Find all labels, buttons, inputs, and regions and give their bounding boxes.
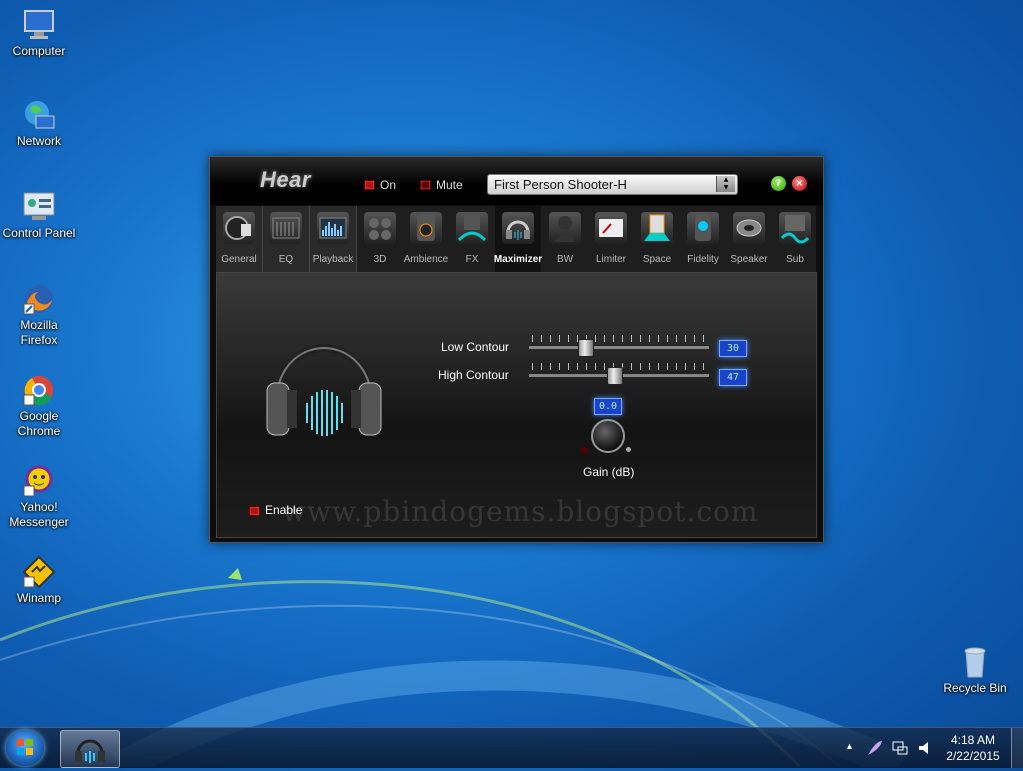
fidelity-icon xyxy=(687,212,719,244)
computer-icon xyxy=(22,8,56,42)
taskbar-item-hear[interactable] xyxy=(60,730,120,768)
show-desktop-button[interactable] xyxy=(1011,728,1023,768)
mute-led-icon[interactable] xyxy=(420,180,431,190)
desktop-icon-control-panel[interactable]: Control Panel xyxy=(1,190,77,241)
preset-value: First Person Shooter-H xyxy=(494,177,627,192)
help-icon: ? xyxy=(775,178,782,189)
subwoofer-icon xyxy=(779,212,811,244)
clock-time[interactable]: 4:18 AM xyxy=(950,733,996,747)
tab-speaker[interactable]: Speaker xyxy=(726,206,772,272)
desktop-icon-recycle-bin[interactable]: Recycle Bin xyxy=(937,645,1013,696)
tab-bw[interactable]: BW xyxy=(542,206,588,272)
maximizer-panel: Low Contour 30 High Contour 47 0.0 Gain … xyxy=(216,272,817,538)
high-contour-thumb[interactable] xyxy=(607,367,623,385)
tab-fx[interactable]: FX xyxy=(449,206,495,272)
limiter-icon xyxy=(595,212,627,244)
hear-window: Hear On Mute First Person Shooter-H ▲ ▼ ?… xyxy=(209,156,824,543)
space-icon xyxy=(641,212,673,244)
show-hidden-icons-button[interactable]: ▲ xyxy=(845,741,854,751)
tab-sub[interactable]: Sub xyxy=(772,206,818,272)
feather-tray-icon[interactable] xyxy=(866,739,884,757)
playback-icon xyxy=(317,212,349,244)
title-bar[interactable]: Hear On Mute First Person Shooter-H ▲ ▼ ?… xyxy=(210,157,823,205)
low-contour-label: Low Contour xyxy=(441,340,510,354)
gain-max-dot-icon xyxy=(626,447,631,452)
fx-icon xyxy=(456,212,488,244)
winamp-icon xyxy=(22,555,56,589)
tab-3d[interactable]: 3D xyxy=(357,206,403,272)
network-icon xyxy=(22,98,56,132)
gain-value: 0.0 xyxy=(594,398,622,415)
tab-limiter[interactable]: Limiter xyxy=(588,206,634,272)
start-button[interactable] xyxy=(6,730,44,766)
taskbar: ▲ 4:18 AM 2/22/2015 xyxy=(0,727,1023,768)
preset-spinner-icon[interactable]: ▲ ▼ xyxy=(716,176,735,192)
desktop-icon-winamp[interactable]: Winamp xyxy=(1,555,77,606)
close-icon: × xyxy=(795,178,804,189)
low-contour-ticks xyxy=(532,335,708,342)
app-title: Hear xyxy=(260,167,311,192)
close-button[interactable]: × xyxy=(792,176,807,191)
high-contour-label: High Contour xyxy=(438,368,509,382)
tab-eq[interactable]: EQ xyxy=(263,206,310,272)
gain-knob[interactable] xyxy=(591,419,625,453)
tab-general[interactable]: General xyxy=(216,206,263,272)
desktop-icon-chrome[interactable]: Google Chrome xyxy=(1,373,77,439)
tab-playback[interactable]: Playback xyxy=(310,206,357,272)
on-label[interactable]: On xyxy=(380,178,396,192)
low-contour-slider[interactable] xyxy=(529,345,709,349)
preset-dropdown[interactable]: First Person Shooter-H ▲ ▼ xyxy=(487,174,738,195)
watermark: www.pbindogems.blogspot.com xyxy=(282,495,759,528)
low-contour-thumb[interactable] xyxy=(578,339,594,357)
tab-space[interactable]: Space xyxy=(634,206,680,272)
headphones-art-icon xyxy=(266,344,382,436)
desktop-icon-yahoo-messenger[interactable]: Yahoo! Messenger xyxy=(1,464,77,530)
recycle-bin-icon xyxy=(958,645,992,679)
tab-ambience[interactable]: Ambience xyxy=(403,206,449,272)
volume-tray-icon[interactable] xyxy=(916,739,934,757)
hear-taskbar-icon xyxy=(75,739,105,763)
desktop-icon-computer[interactable]: Computer xyxy=(1,8,77,59)
headphones-icon xyxy=(502,212,534,244)
tab-maximizer[interactable]: Maximizer xyxy=(494,206,542,272)
yahoo-messenger-icon xyxy=(22,464,56,498)
desktop-icon-firefox[interactable]: Mozilla Firefox xyxy=(1,282,77,348)
firefox-icon xyxy=(22,282,56,316)
speaker-icon xyxy=(733,212,765,244)
clock-date[interactable]: 2/22/2015 xyxy=(945,749,1001,763)
network-tray-icon[interactable] xyxy=(891,739,909,757)
control-panel-icon xyxy=(22,190,56,224)
gain-label: Gain (dB) xyxy=(583,465,635,479)
low-contour-value: 30 xyxy=(719,340,747,357)
speakers-3d-icon xyxy=(364,212,396,244)
enable-led-icon[interactable] xyxy=(249,506,260,516)
effect-tabs: General EQ Playback 3D Ambience FX Maxim… xyxy=(216,206,816,272)
eq-icon xyxy=(270,212,302,244)
high-contour-value: 47 xyxy=(719,369,747,386)
gain-min-dot-icon xyxy=(581,447,588,454)
mute-label[interactable]: Mute xyxy=(436,178,463,192)
bw-icon xyxy=(549,212,581,244)
on-led-icon[interactable] xyxy=(364,180,375,190)
general-icon xyxy=(223,212,255,244)
ambience-icon xyxy=(410,212,442,244)
tab-fidelity[interactable]: Fidelity xyxy=(680,206,726,272)
desktop-icon-network[interactable]: Network xyxy=(1,98,77,149)
help-button[interactable]: ? xyxy=(771,176,786,191)
windows-logo-icon xyxy=(17,739,33,755)
chrome-icon xyxy=(22,373,56,407)
